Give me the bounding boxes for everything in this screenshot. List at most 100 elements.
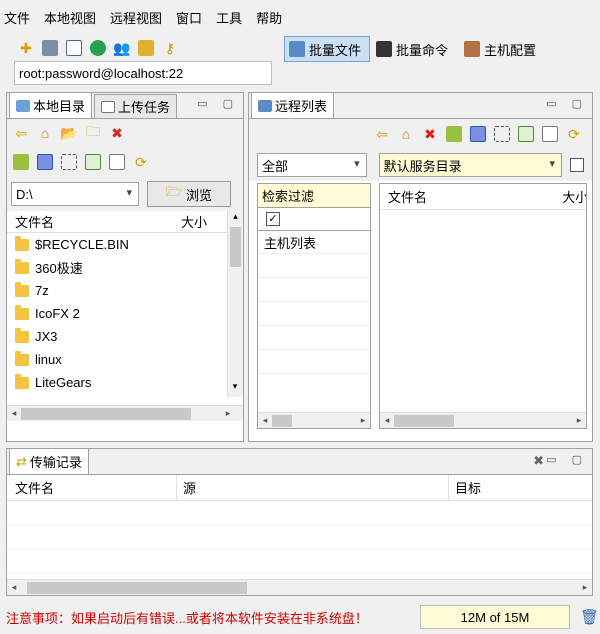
tab-transfer-log[interactable]: ⇄ 传输记录 <box>9 448 89 474</box>
remote-window-controls[interactable]: ▭ ▢ <box>546 97 588 110</box>
local-vertical-scrollbar[interactable]: ▴ ▾ <box>227 211 243 397</box>
remote-back-icon[interactable]: ⇦ <box>372 124 392 144</box>
drive-select-value: D:\ <box>16 186 33 202</box>
connect-icon[interactable] <box>40 38 60 58</box>
transfer-tab-header: ⇄ 传输记录 ✖ ▭ ▢ <box>7 448 592 475</box>
clear-log-icon[interactable]: ✖ <box>533 453 544 469</box>
tab-local-dir[interactable]: 本地目录 <box>9 92 93 118</box>
transfer-col-name[interactable]: 文件名 <box>7 475 177 500</box>
table-row[interactable]: 7z <box>7 279 243 302</box>
tab-remote-list[interactable]: 远程列表 <box>251 92 335 118</box>
file-name: IcoFX 2 <box>35 306 80 321</box>
table-row[interactable]: LiteGears <box>7 371 243 394</box>
window-icon[interactable] <box>64 38 84 58</box>
lock-icon[interactable] <box>136 38 156 58</box>
transfer-horizontal-scrollbar[interactable]: ◂ ▸ <box>7 579 592 595</box>
select-all-icon[interactable] <box>35 152 55 172</box>
batch-file-button[interactable]: 批量文件 <box>284 36 370 62</box>
remote-dir-checkbox[interactable] <box>570 158 584 172</box>
menu-window[interactable]: 窗口 <box>176 8 202 27</box>
remote-select-none-icon[interactable] <box>492 124 512 144</box>
menu-tools[interactable]: 工具 <box>216 8 242 27</box>
select-none-icon[interactable] <box>59 152 79 172</box>
transfer-col-source[interactable]: 源 <box>177 475 449 500</box>
back-icon[interactable]: ⇦ <box>11 123 31 143</box>
tab-remote-list-label: 远程列表 <box>275 99 328 114</box>
remote-copy-icon[interactable] <box>540 124 560 144</box>
drive-select[interactable]: D:\ ▾ <box>11 182 139 206</box>
users-icon[interactable]: 👥 <box>112 38 132 58</box>
menu-local-view[interactable]: 本地视图 <box>44 8 96 27</box>
remote-delete-icon[interactable]: ✖ <box>420 124 440 144</box>
host-list: 主机列表 <box>258 230 370 374</box>
memory-indicator: 12M of 15M <box>420 605 570 629</box>
remote-horizontal-scrollbar[interactable]: ◂ ▸ <box>380 412 586 428</box>
home-icon[interactable]: ⌂ <box>35 123 55 143</box>
local-file-list: 文件名 大小 $RECYCLE.BIN 360极速 7z IcoFX 2 JX3 linu… <box>7 211 243 421</box>
menu-remote-view[interactable]: 远程视图 <box>110 8 162 27</box>
table-row[interactable]: IcoFX 2 <box>7 302 243 325</box>
connection-field[interactable]: root:password@localhost:22 <box>14 61 272 85</box>
host-config-button[interactable]: 主机配置 <box>462 36 548 62</box>
remote-body: 检索过滤 ✓ 主机列表 ◂ ▸ 文件名 大小 ◂ ▸ <box>249 181 592 439</box>
remote-refresh-icon[interactable]: ⟳ <box>564 124 584 144</box>
new-folder-icon[interactable]: 🗀 <box>83 123 103 143</box>
refresh-icon[interactable]: ⟳ <box>131 152 151 172</box>
transfer-col-target[interactable]: 目标 <box>449 478 481 497</box>
remote-toolbar: ⇦ ⌂ ✖ ⟳ <box>249 119 592 149</box>
table-row[interactable]: linux <box>7 348 243 371</box>
host-filter-select[interactable]: 全部 ▾ <box>257 153 367 177</box>
transfer-window-controls[interactable]: ▭ ▢ <box>546 453 588 466</box>
remote-col-size-header[interactable]: 大小 <box>562 187 586 206</box>
transfer-table: 文件名 源 目标 <box>7 475 592 579</box>
table-row[interactable]: $RECYCLE.BIN <box>7 233 243 256</box>
local-window-controls[interactable]: ▭ ▢ <box>197 97 239 110</box>
remote-add-folder-icon[interactable] <box>444 124 464 144</box>
menu-help[interactable]: 帮助 <box>256 8 282 27</box>
col-size-header[interactable]: 大小 <box>181 212 211 231</box>
add-icon[interactable]: ✚ <box>16 38 36 58</box>
local-horizontal-scrollbar[interactable]: ◂ ▸ <box>7 405 243 421</box>
menu-file[interactable]: 文件 <box>4 8 30 27</box>
remote-file-list: 文件名 大小 ◂ ▸ <box>379 183 587 429</box>
remote-home-icon[interactable]: ⌂ <box>396 124 416 144</box>
table-row[interactable]: 360极速 <box>7 256 243 279</box>
table-row[interactable]: JX3 <box>7 325 243 348</box>
host-list-panel: 检索过滤 ✓ 主机列表 ◂ ▸ <box>257 183 371 429</box>
default-dir-select[interactable]: 默认服务目录 ▾ <box>378 153 563 177</box>
open-folder-icon[interactable]: 📂 <box>59 123 79 143</box>
status-bar: 注意事项：如果启动后有错误...或者将本软件安装在非系统盘！ 12M of 15… <box>0 600 600 634</box>
add-folder-icon[interactable] <box>11 152 31 172</box>
delete-icon[interactable]: ✖ <box>107 123 127 143</box>
host-select-all-checkbox[interactable]: ✓ <box>266 212 280 226</box>
remote-col-name-header[interactable]: 文件名 <box>388 187 562 206</box>
search-filter-input[interactable]: 检索过滤 <box>258 184 370 208</box>
copy-icon[interactable] <box>107 152 127 172</box>
local-toolbar-1: ⇦ ⌂ 📂 🗀 ✖ <box>7 119 243 147</box>
table-icon[interactable] <box>83 152 103 172</box>
chevron-down-icon: ▾ <box>549 158 556 170</box>
remote-panel: 远程列表 ▭ ▢ ⇦ ⌂ ✖ ⟳ 全部 ▾ 默认服务目录 ▾ 检索过滤 ✓ 主机… <box>248 92 593 442</box>
menu-bar: 文件 本地视图 远程视图 窗口 工具 帮助 <box>0 0 600 34</box>
file-name: LiteGears <box>35 375 92 390</box>
local-rows: $RECYCLE.BIN 360极速 7z IcoFX 2 JX3 linux LiteGe… <box>7 233 243 394</box>
share-icon[interactable] <box>88 38 108 58</box>
batch-file-label: 批量文件 <box>309 42 362 58</box>
transfer-panel: ⇄ 传输记录 ✖ ▭ ▢ 文件名 源 目标 ◂ ▸ <box>6 448 593 596</box>
folder-icon <box>15 350 29 366</box>
file-name: JX3 <box>35 329 58 344</box>
host-list-horizontal-scrollbar[interactable]: ◂ ▸ <box>258 412 370 428</box>
browse-button[interactable]: 🗁 浏览 <box>147 181 231 207</box>
tab-upload[interactable]: 上传任务 <box>94 94 178 118</box>
key-icon[interactable]: ⚷ <box>160 38 180 58</box>
local-vscroll-thumb[interactable] <box>230 227 241 267</box>
remote-select-all-icon[interactable] <box>468 124 488 144</box>
local-panel: 本地目录 上传任务 ▭ ▢ ⇦ ⌂ 📂 🗀 ✖ ⟳ D:\ ▾ 🗁 浏览 文件名… <box>6 92 244 442</box>
host-filter-value: 全部 <box>262 158 289 174</box>
folder-icon <box>15 281 29 297</box>
remote-table-icon[interactable] <box>516 124 536 144</box>
trash-icon[interactable]: 🗑 <box>580 608 599 626</box>
col-name-header[interactable]: 文件名 <box>15 212 181 231</box>
batch-command-button[interactable]: 批量命令 <box>374 36 458 62</box>
terminal-icon <box>376 41 392 57</box>
